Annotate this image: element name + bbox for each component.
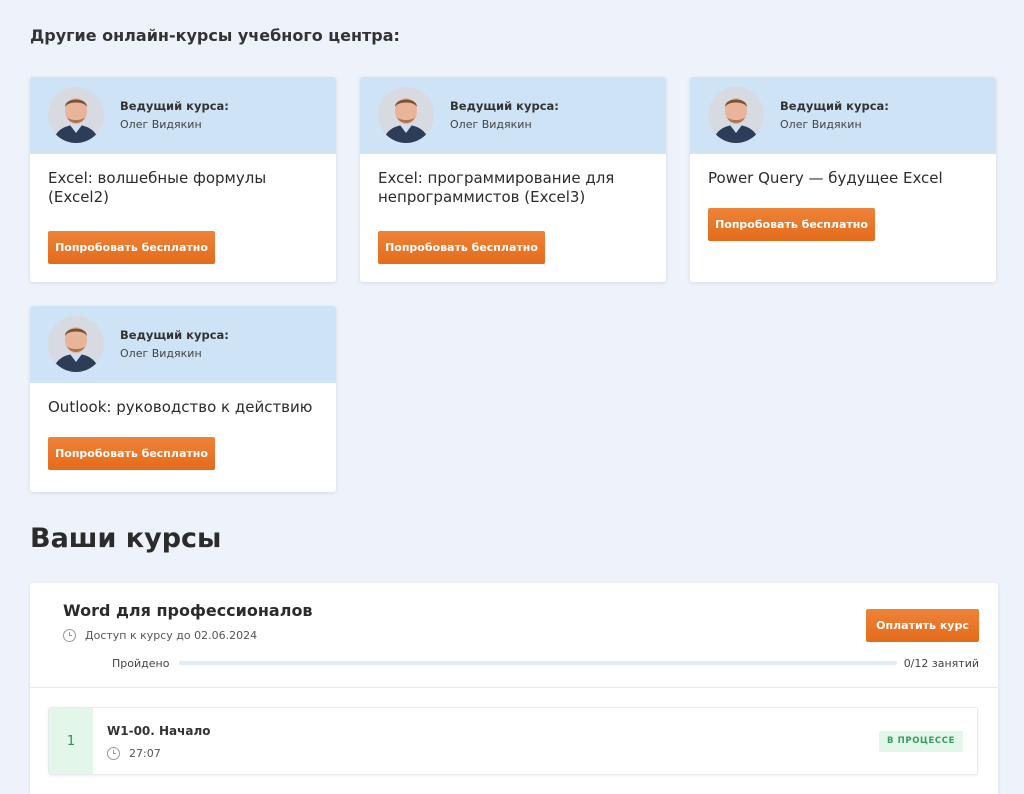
clock-icon [107,747,120,760]
access-text: Доступ к курсу до 02.06.2024 [85,629,258,642]
try-free-button[interactable]: Попробовать бесплатно [48,231,215,264]
instructor-caption: Ведущий курса: [450,99,559,113]
course-card: Ведущий курса: Олег Видякин Excel: прогр… [360,77,666,282]
status-badge: В ПРОЦЕССЕ [879,731,963,752]
instructor-name: Олег Видякин [120,118,202,131]
card-body: Excel: программирование для непрограммис… [360,154,666,278]
instructor-caption: Ведущий курса: [120,99,229,113]
your-courses-heading: Ваши курсы [30,523,222,554]
course-title[interactable]: Power Query — будущее Excel [708,169,978,188]
card-header: Ведущий курса: Олег Видякин [30,77,336,154]
pay-course-button[interactable]: Оплатить курс [866,609,979,642]
card-header: Ведущий курса: Олег Видякин [360,77,666,154]
course-card: Ведущий курса: Олег Видякин Outlook: рук… [30,306,336,492]
instructor-avatar [708,87,764,143]
course-card: Ведущий курса: Олег Видякин Excel: волше… [30,77,336,282]
progress-bar [179,661,897,665]
card-header: Ведущий курса: Олег Видякин [30,306,336,383]
card-body: Outlook: руководство к действию Попробов… [30,383,336,484]
course-title[interactable]: Outlook: руководство к действию [48,398,318,417]
card-body: Power Query — будущее Excel Попробовать … [690,154,996,255]
course-card: Ведущий курса: Олег Видякин Power Query … [690,77,996,282]
progress-label: Пройдено [112,657,170,670]
instructor-caption: Ведущий курса: [780,99,889,113]
lesson-title[interactable]: W1-00. Начало [107,724,211,738]
other-courses-heading: Другие онлайн-курсы учебного центра: [30,26,400,45]
instructor-avatar [48,87,104,143]
card-header: Ведущий курса: Олег Видякин [690,77,996,154]
course-title[interactable]: Excel: программирование для непрограммис… [378,169,648,207]
instructor-name: Олег Видякин [450,118,532,131]
enrolled-course-title[interactable]: Word для профессионалов [63,601,313,620]
clock-icon [63,629,76,642]
lesson-row[interactable]: 1 W1-00. Начало 27:07 В ПРОЦЕССЕ [48,707,978,775]
instructor-avatar [48,316,104,372]
instructor-name: Олег Видякин [120,347,202,360]
access-info: Доступ к курсу до 02.06.2024 [63,629,257,642]
card-body: Excel: волшебные формулы (Excel2) Попроб… [30,154,336,278]
course-title[interactable]: Excel: волшебные формулы (Excel2) [48,169,318,207]
try-free-button[interactable]: Попробовать бесплатно [48,437,215,470]
instructor-caption: Ведущий курса: [120,328,229,342]
try-free-button[interactable]: Попробовать бесплатно [378,231,545,264]
instructor-avatar [378,87,434,143]
divider [30,687,998,688]
lesson-duration-text: 27:07 [129,747,161,760]
lesson-duration: 27:07 [107,747,161,760]
progress-count: 0/12 занятий [903,657,979,670]
instructor-name: Олег Видякин [780,118,862,131]
enrolled-course-panel: Word для профессионалов Доступ к курсу д… [30,583,998,794]
try-free-button[interactable]: Попробовать бесплатно [708,208,875,241]
lesson-number: 1 [49,708,93,774]
